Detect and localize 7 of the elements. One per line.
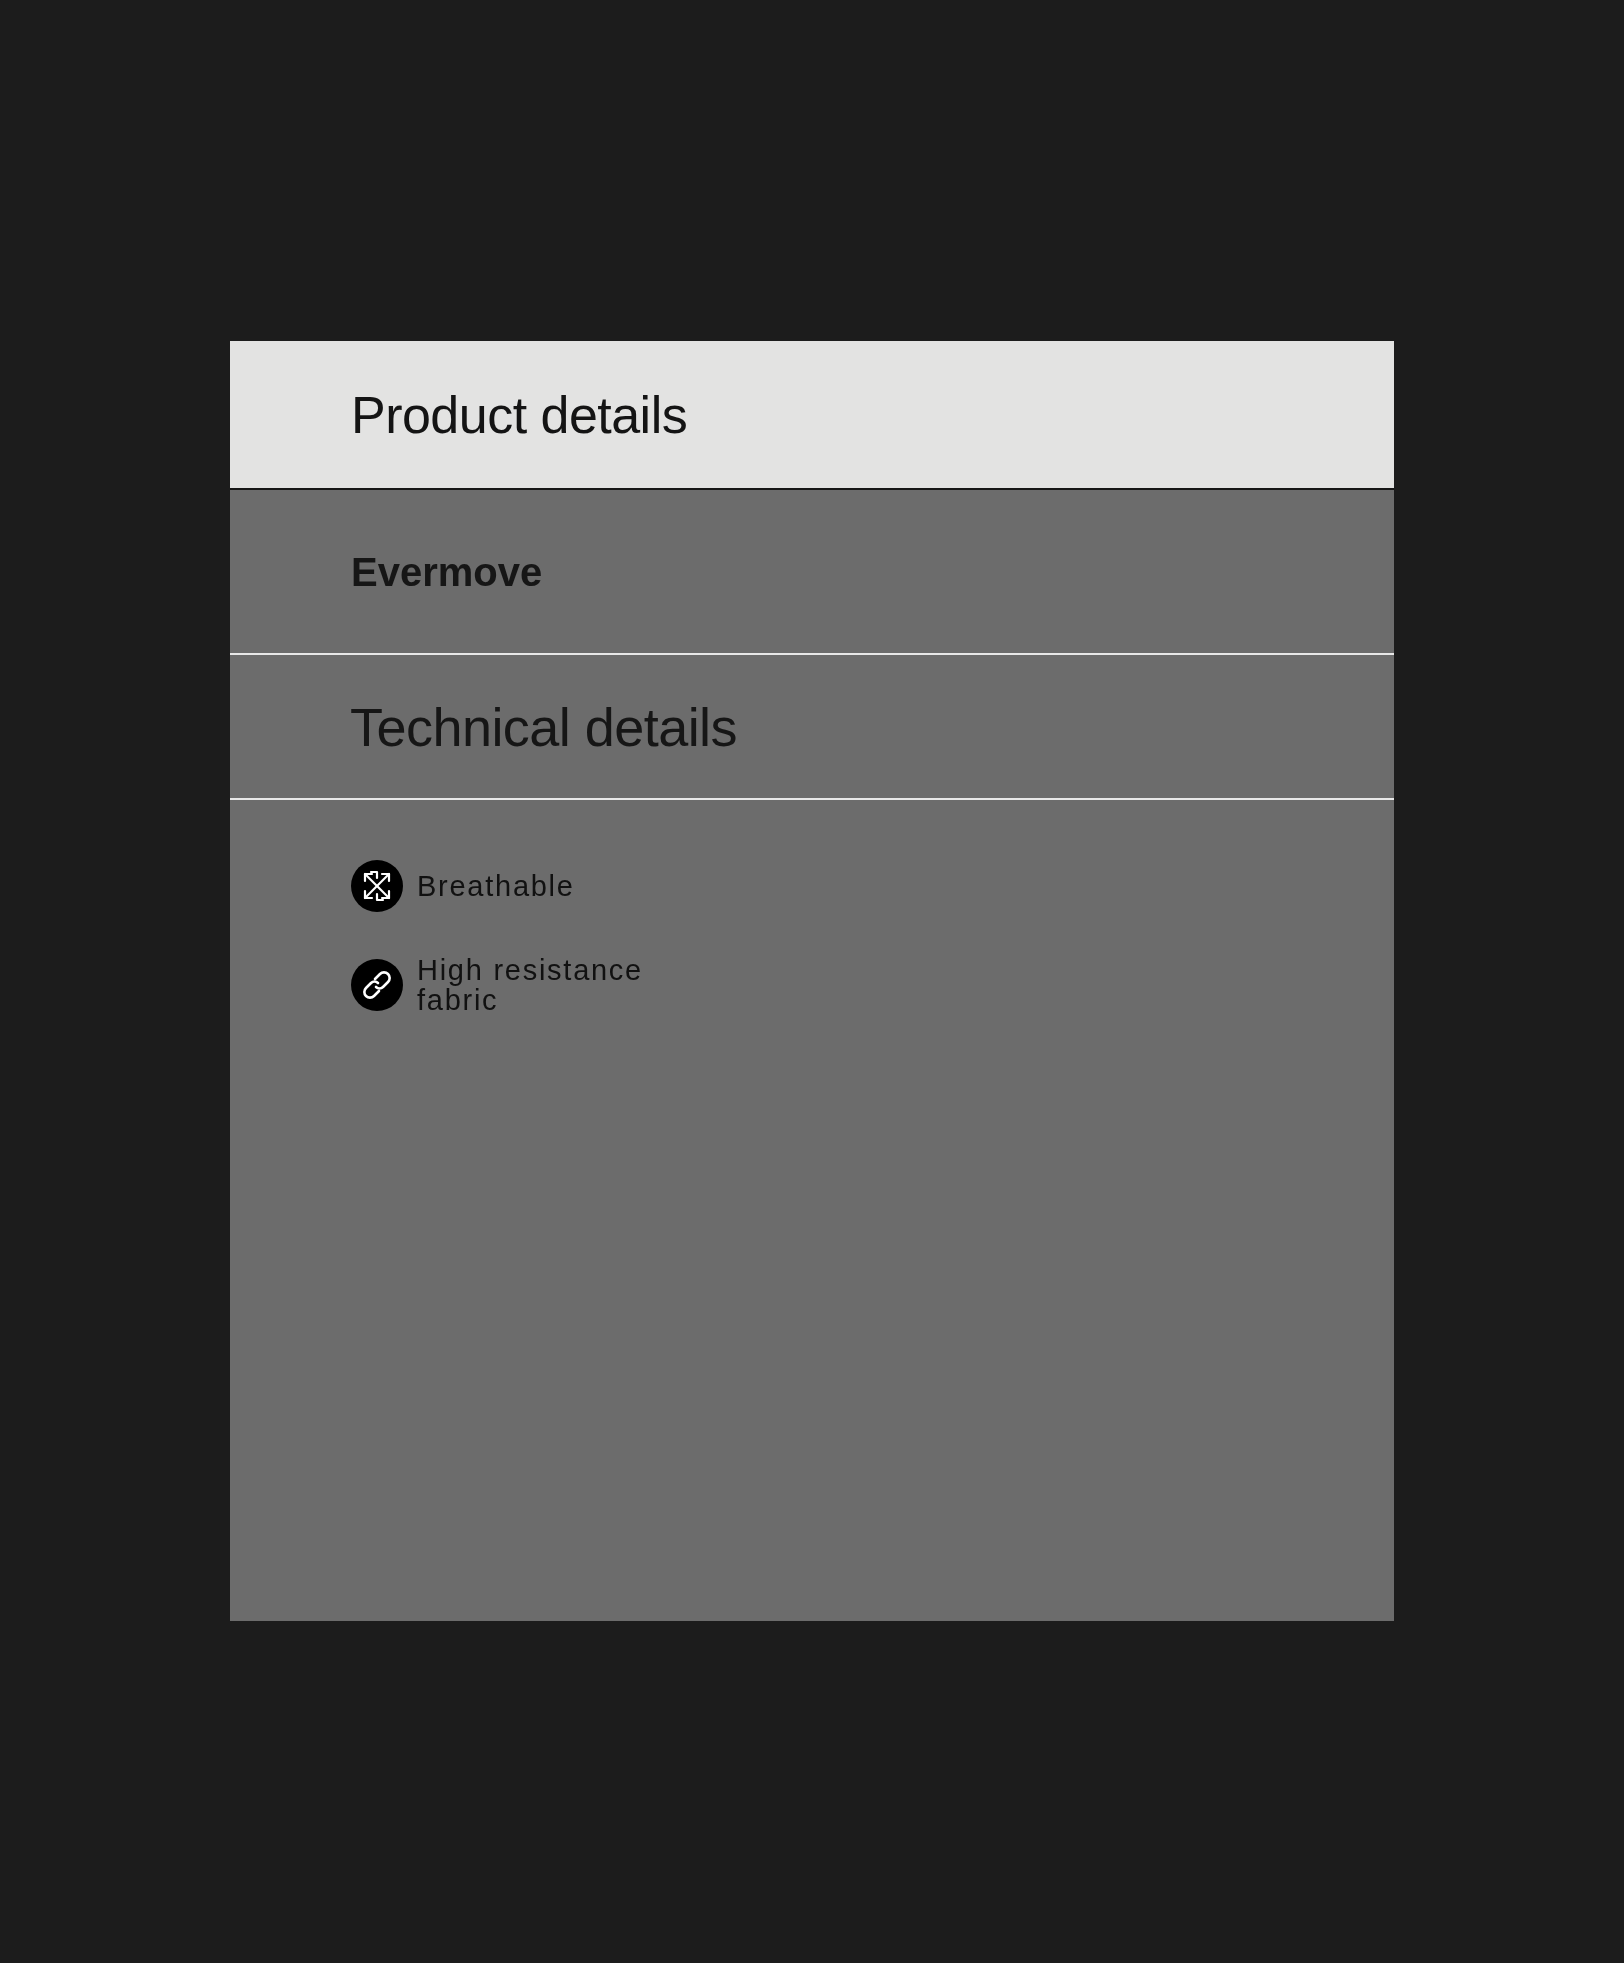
- feature-label: High resistance fabric: [417, 955, 644, 1015]
- chain-link-icon: [351, 959, 403, 1011]
- card-title: Product details: [351, 388, 688, 441]
- section-title: Technical details: [350, 699, 738, 754]
- feature-label: Breathable: [417, 871, 576, 901]
- crossed-arrows-icon: [351, 860, 403, 912]
- product-name: Evermove: [351, 551, 543, 592]
